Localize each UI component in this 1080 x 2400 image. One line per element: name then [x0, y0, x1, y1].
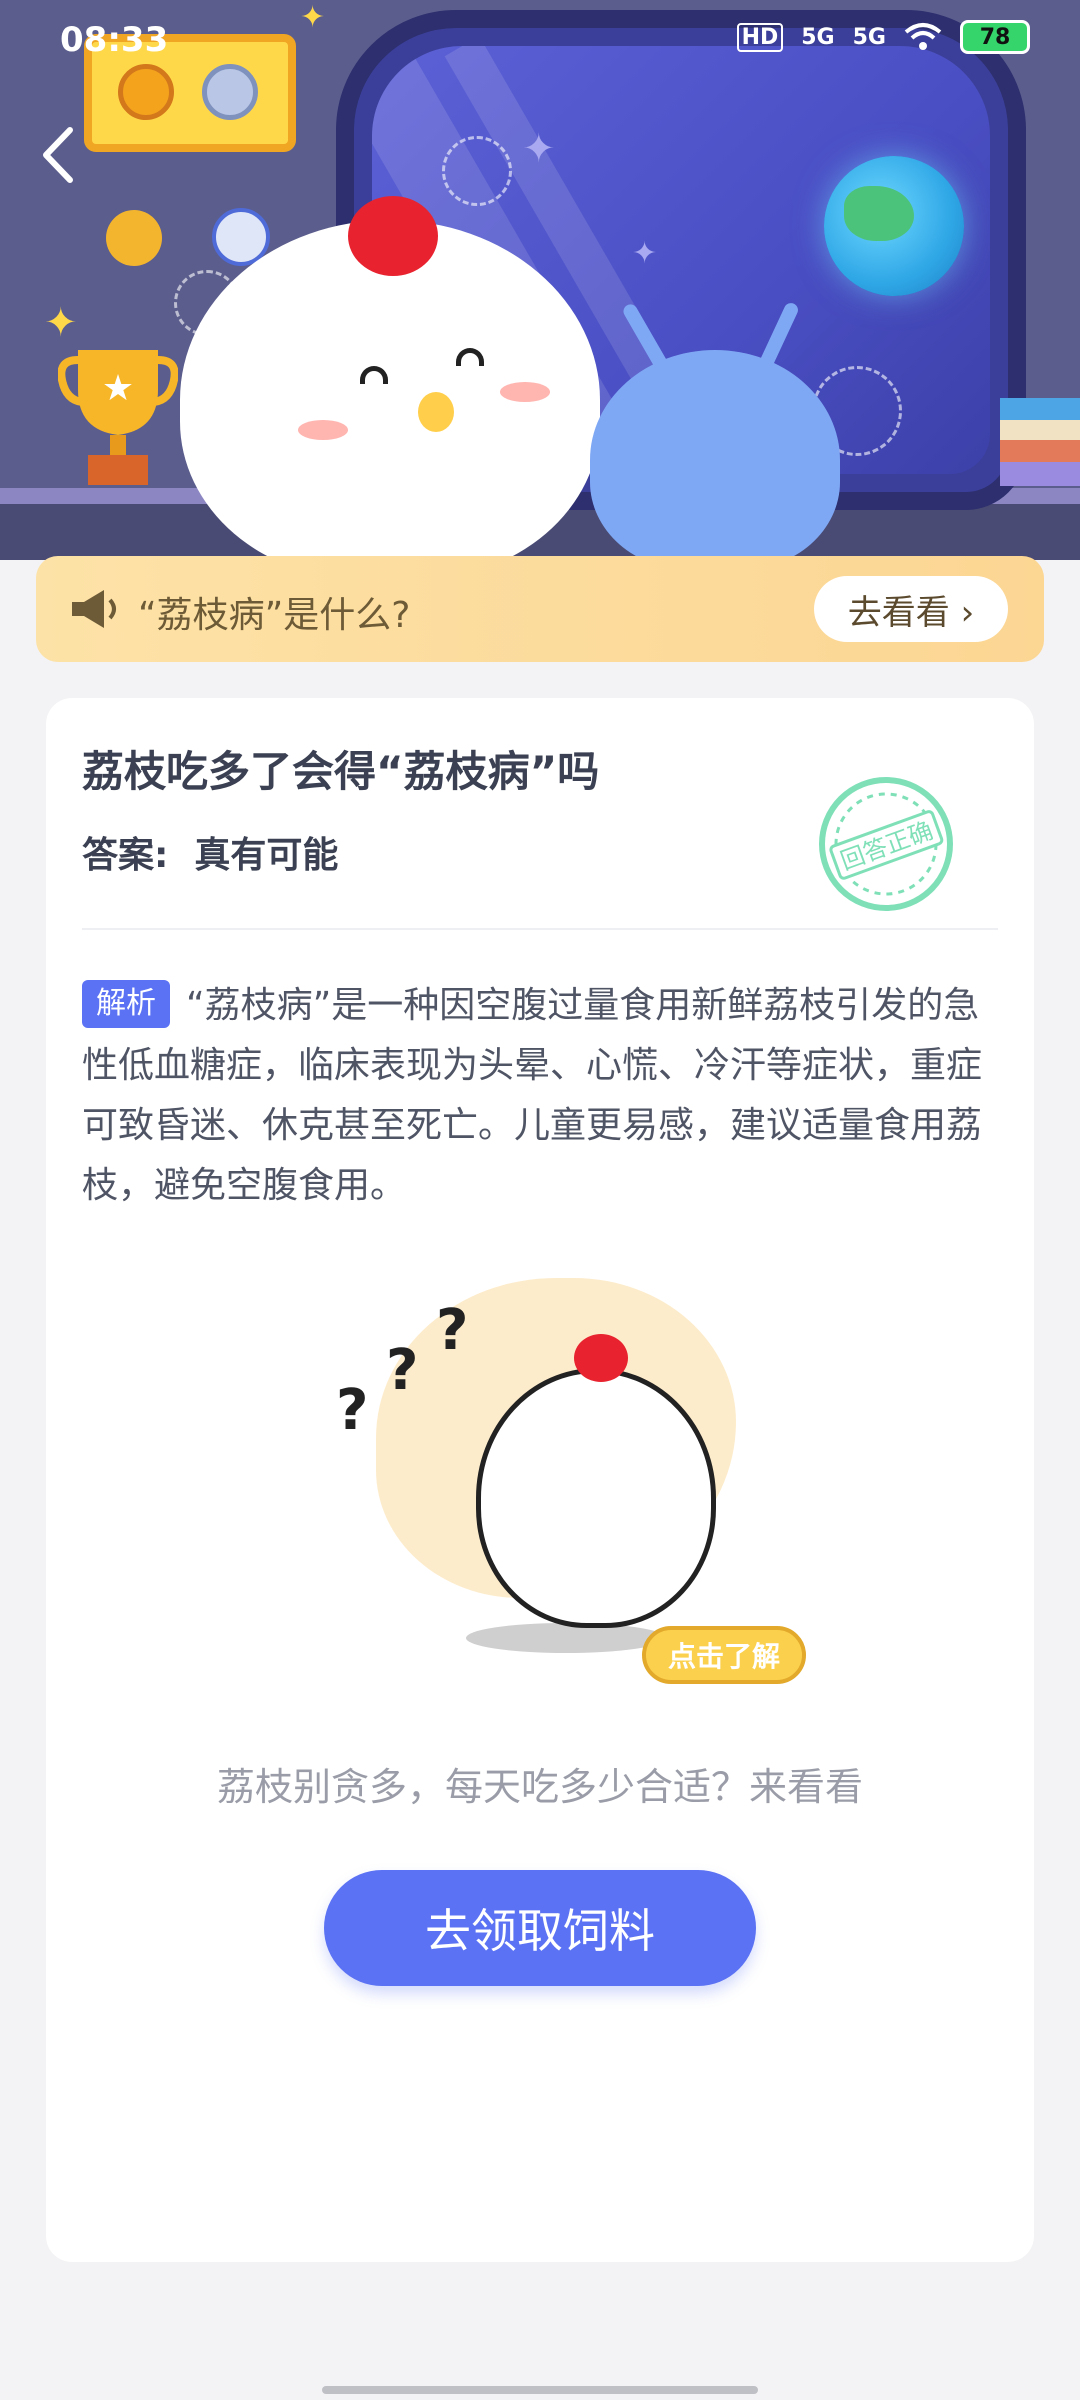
- divider: [82, 928, 998, 930]
- books-icon: [1000, 398, 1080, 486]
- hero-banner: ✦ ✦ ✦ ✦ ★ 08:33 HD 5G 5G 78: [0, 0, 1080, 560]
- sparkle-icon: ✦: [522, 126, 556, 172]
- signal-5g-icon: 5G: [801, 24, 835, 50]
- signal-5g-icon: 5G: [852, 24, 886, 50]
- battery-icon: 78: [960, 20, 1030, 54]
- dashed-orbit: [442, 136, 512, 206]
- answer-label: 答案:: [82, 835, 169, 876]
- home-indicator[interactable]: [322, 2386, 758, 2394]
- correct-answer-stamp: 回答正确: [819, 777, 953, 911]
- question-mark-icon: ?: [336, 1378, 369, 1443]
- chick-cheek: [500, 382, 550, 402]
- analysis-block: 解析 “荔枝病”是一种因空腹过量食用新鲜荔枝引发的急性低血糖症，临床表现为头晕、心…: [82, 976, 998, 1216]
- megaphone-icon: [72, 590, 116, 628]
- chick-shadow: [466, 1623, 666, 1653]
- chick-comb: [348, 196, 438, 276]
- chick-cheek: [298, 420, 348, 440]
- alien-mascot: [590, 350, 840, 560]
- answer-value: 真有可能: [194, 835, 339, 876]
- sparkle-icon: ✦: [632, 236, 658, 271]
- svg-text:★: ★: [102, 368, 134, 409]
- question-mark-icon: ?: [386, 1338, 419, 1403]
- status-icons: HD 5G 5G 78: [736, 20, 1030, 54]
- analysis-text: “荔枝病”是一种因空腹过量食用新鲜荔枝引发的急性低血糖症，临床表现为头晕、心慌、…: [82, 985, 983, 1206]
- answer-card: 荔枝吃多了会得“荔枝病”吗 答案: 真有可能 回答正确 解析 “荔枝病”是一种因空腹…: [46, 698, 1034, 2262]
- earth-planet-icon: [824, 156, 964, 296]
- analysis-tag: 解析: [82, 980, 170, 1028]
- trophy-icon: ★: [58, 350, 178, 485]
- go-see-button[interactable]: 去看看 ›: [814, 576, 1008, 642]
- question-title: 荔枝吃多了会得“荔枝病”吗: [82, 747, 600, 796]
- back-arrow-icon[interactable]: [34, 120, 84, 190]
- bronze-medal-icon: [106, 210, 162, 266]
- notice-text: “荔枝病”是什么?: [138, 595, 411, 636]
- thinking-chick-illustration[interactable]: ? ? ? 点击了解: [326, 1268, 806, 1708]
- thinking-chick: [476, 1368, 716, 1628]
- chick-comb: [574, 1334, 628, 1382]
- answer-row: 答案: 真有可能: [82, 826, 338, 878]
- status-bar: 08:33 HD 5G 5G 78: [0, 0, 1080, 80]
- claim-feed-button[interactable]: 去领取饲料: [324, 1870, 756, 1986]
- learn-more-button[interactable]: 点击了解: [642, 1626, 806, 1684]
- wifi-icon: [904, 23, 942, 50]
- notice-banner[interactable]: “荔枝病”是什么? 去看看 ›: [36, 556, 1044, 662]
- hd-badge: HD: [736, 22, 784, 52]
- question-mark-icon: ?: [436, 1298, 469, 1363]
- tip-text[interactable]: 荔枝别贪多，每天吃多少合适？来看看: [46, 1756, 1034, 1811]
- chick-beak: [418, 392, 454, 432]
- status-time: 08:33: [60, 20, 169, 60]
